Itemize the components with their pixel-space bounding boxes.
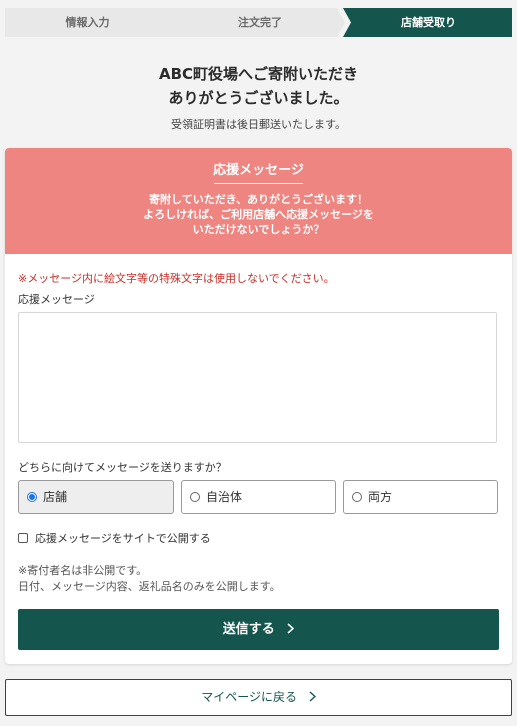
message-textarea[interactable] xyxy=(18,312,497,443)
banner-text: 寄附していただき、ありがとうございます！ よろしければ、ご利用店舗へ応援メッセー… xyxy=(5,192,512,237)
publish-message-label[interactable]: 応援メッセージをサイトで公開する xyxy=(35,532,211,545)
radio-both[interactable] xyxy=(352,492,362,502)
banner-text-line-1: 寄附していただき、ありがとうございます！ xyxy=(149,193,368,206)
back-to-mypage-button[interactable]: マイページに戻る xyxy=(5,679,512,716)
privacy-note-line-2: 日付、メッセージ内容、返礼品名のみを公開します。 xyxy=(18,580,281,593)
thank-you-heading: ABC町役場へご寄附いただき ありがとうございました。 受領証明書は後日郵送いた… xyxy=(0,62,517,133)
chevron-right-icon xyxy=(309,690,316,702)
banner-text-line-2: よろしければ、ご利用店舗へ応援メッセージを xyxy=(143,208,374,221)
heading-line-2: ありがとうございました。 xyxy=(168,89,349,107)
heading-line-1: ABC町役場へご寄附いただき xyxy=(158,65,359,83)
step-info-input: 情報入力 xyxy=(65,16,110,29)
submit-button-label: 送信する xyxy=(222,622,275,637)
privacy-note-line-1: ※寄付者名は非公開です。 xyxy=(18,564,148,577)
recipient-option-both-label: 両方 xyxy=(368,490,393,504)
submit-button[interactable]: 送信する xyxy=(18,609,499,650)
chevron-right-icon xyxy=(287,622,295,634)
support-message-card: 応援メッセージ 寄附していただき、ありがとうございます！ よろしければ、ご利用店… xyxy=(5,148,512,664)
banner-title: 応援メッセージ xyxy=(213,163,304,178)
back-to-mypage-label: マイページに戻る xyxy=(201,690,297,704)
receipt-notice: 受領証明書は後日郵送いたします。 xyxy=(171,118,346,131)
privacy-notes: ※寄付者名は非公開です。 日付、メッセージ内容、返礼品名のみを公開します。 xyxy=(18,563,281,595)
step-order-complete: 注文完了 xyxy=(238,16,282,29)
recipient-option-municipality-label: 自治体 xyxy=(206,490,243,504)
message-field-label: 応援メッセージ xyxy=(18,293,95,306)
banner-text-line-3: いただけないでしょうか？ xyxy=(192,223,325,236)
radio-store[interactable] xyxy=(27,492,37,502)
recipient-option-store-label: 店舗 xyxy=(43,490,68,504)
publish-message-checkbox[interactable] xyxy=(18,533,28,543)
radio-municipality[interactable] xyxy=(190,492,200,502)
recipient-option-store[interactable]: 店舗 xyxy=(18,480,174,514)
recipient-question: どちらに向けてメッセージを送りますか？ xyxy=(18,461,227,474)
recipient-option-municipality[interactable]: 自治体 xyxy=(181,480,336,514)
step-store-pickup: 店舗受取り xyxy=(401,16,456,29)
recipient-option-both[interactable]: 両方 xyxy=(343,480,498,514)
banner-title-underline xyxy=(214,183,303,184)
progress-steps: 情報入力 注文完了 店舗受取り xyxy=(5,8,512,37)
special-character-warning: ※メッセージ内に絵文字等の特殊文字は使用しないでください。 xyxy=(18,272,335,285)
support-message-banner: 応援メッセージ 寄附していただき、ありがとうございます！ よろしければ、ご利用店… xyxy=(5,148,512,254)
